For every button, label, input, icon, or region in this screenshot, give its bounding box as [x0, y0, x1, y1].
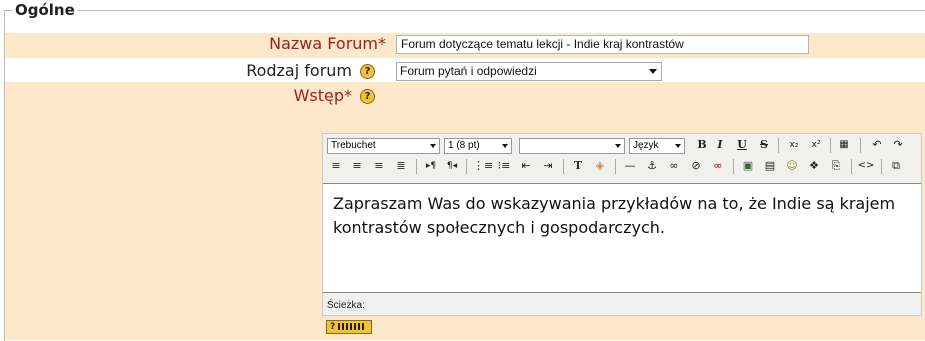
justify-icon[interactable]: ≣ [392, 158, 410, 174]
chevron-down-icon [615, 144, 621, 148]
editor-text-line: kontrastów społecznych i gospodarczych. [333, 218, 665, 237]
horizontal-rule-icon[interactable]: — [621, 158, 639, 174]
unordered-list-icon[interactable]: ⁝≡ [495, 158, 513, 174]
search-replace-icon[interactable]: ⎘ [827, 158, 845, 174]
help-icon[interactable]: ? [360, 64, 375, 79]
unlink-icon[interactable]: ⊘ [687, 158, 705, 174]
chevron-down-icon [675, 144, 681, 148]
anchor-icon[interactable]: ⚓ [643, 158, 661, 174]
image-icon[interactable]: ▣ [739, 158, 757, 174]
toolbar-separator [778, 138, 779, 153]
toolbar-separator [881, 159, 882, 174]
link-icon[interactable]: ∞ [665, 158, 683, 174]
outdent-icon[interactable]: ⇤ [517, 158, 535, 174]
special-char-icon[interactable]: ❖ [805, 158, 823, 174]
align-center-icon[interactable]: ≡ [348, 158, 366, 174]
smiley-icon[interactable]: ☺ [783, 158, 801, 174]
table-icon[interactable]: ▤ [761, 158, 779, 174]
toolbar-separator [466, 159, 467, 174]
rtl-icon[interactable]: ¶◂ [443, 158, 461, 174]
superscript-icon[interactable]: x² [807, 137, 825, 153]
format-select[interactable] [519, 138, 625, 154]
redo-icon[interactable]: ↷ [889, 137, 907, 153]
intro-label: Wstęp*? [294, 86, 375, 105]
subscript-icon[interactable]: x₂ [785, 137, 803, 153]
background-color-icon[interactable]: ◈ [591, 158, 609, 174]
chevron-down-icon [649, 69, 657, 74]
clean-word-icon[interactable]: ▦ [835, 137, 853, 153]
path-label: Ścieżka: [327, 300, 365, 311]
bold-icon[interactable]: B [693, 137, 711, 153]
align-right-icon[interactable]: ≡ [370, 158, 388, 174]
font-family-select[interactable]: Trebuchet [327, 138, 440, 154]
indent-icon[interactable]: ⇥ [539, 158, 557, 174]
toolbar-separator [615, 159, 616, 174]
forum-type-label: Rodzaj forum? [246, 61, 375, 80]
help-icon[interactable]: ? [360, 89, 375, 104]
editor-text-line: Zapraszam Was do wskazywania przykładów … [333, 194, 896, 213]
keyboard-icon [338, 323, 365, 330]
fieldset-legend: Ogólne [12, 1, 78, 19]
language-select[interactable]: Język [629, 138, 685, 154]
chevron-down-icon [502, 144, 508, 148]
nolink-icon[interactable]: ∞ [709, 158, 727, 174]
html-editor: Trebuchet 1 (8 pt) Język B I U S x₂ x² ▦… [322, 133, 922, 316]
ltr-icon[interactable]: ▸¶ [422, 158, 440, 174]
fullscreen-icon[interactable]: ⧉ [887, 158, 905, 174]
toolbar-separator [563, 159, 564, 174]
align-left-icon[interactable]: ≡ [327, 158, 345, 174]
ordered-list-icon[interactable]: ⋮≡ [473, 158, 493, 174]
keyboard-help-icon[interactable]: ? [326, 320, 372, 334]
toolbar-separator [830, 138, 831, 153]
font-size-select[interactable]: 1 (8 pt) [444, 138, 512, 154]
help-glyph: ? [330, 322, 336, 332]
toolbar-separator [733, 159, 734, 174]
forum-type-select[interactable]: Forum pytań i odpowiedzi [396, 62, 662, 81]
toolbar-separator [860, 138, 861, 153]
strikethrough-icon[interactable]: S [755, 137, 773, 153]
forum-name-label: Nazwa Forum* [269, 34, 386, 53]
chevron-down-icon [430, 144, 436, 148]
text-color-icon[interactable]: T [569, 158, 587, 174]
editor-content-area[interactable]: Zapraszam Was do wskazywania przykładów … [323, 183, 921, 293]
toolbar-separator [851, 159, 852, 174]
html-source-icon[interactable]: <> [857, 158, 875, 174]
forum-name-input[interactable]: Forum dotyczące tematu lekcji - Indie kr… [396, 35, 809, 54]
italic-icon[interactable]: I [711, 137, 729, 153]
toolbar-separator [416, 159, 417, 174]
undo-icon[interactable]: ↶ [868, 137, 886, 153]
underline-icon[interactable]: U [733, 137, 751, 153]
